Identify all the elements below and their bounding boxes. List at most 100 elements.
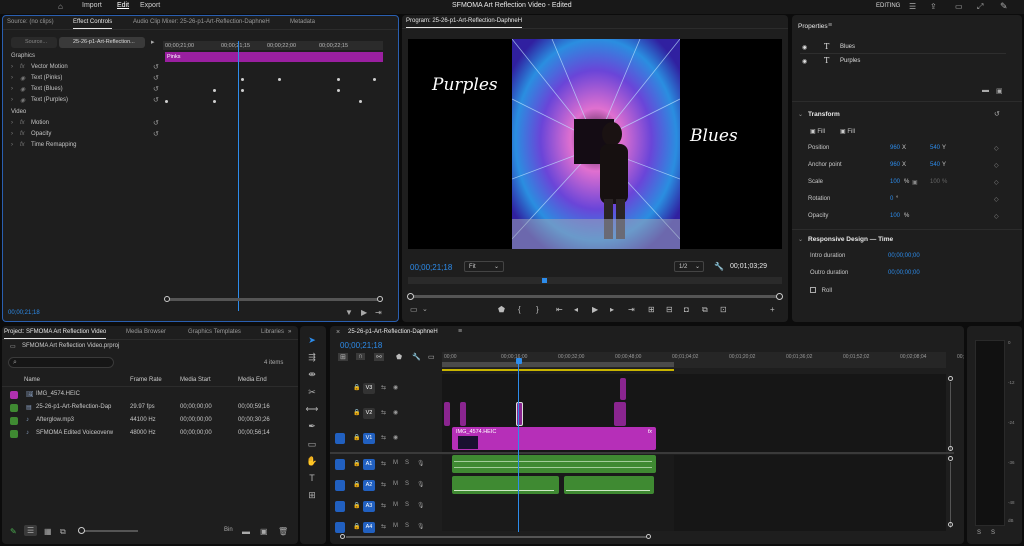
zoom-slider[interactable]: [78, 530, 138, 532]
label-color-swatch[interactable]: [10, 430, 18, 438]
scroll-handle[interactable]: [948, 446, 953, 451]
track-label[interactable]: A4: [363, 522, 375, 533]
add-marker-icon[interactable]: ⬟: [396, 353, 402, 361]
track-header-v1[interactable]: 🔒 V1 ⇆ ◉: [335, 430, 441, 447]
v3-clip[interactable]: [620, 378, 626, 400]
sync-lock-icon[interactable]: ⇆: [381, 434, 386, 441]
sync-lock-icon[interactable]: ⇆: [381, 481, 386, 488]
scroll-handle[interactable]: [948, 456, 953, 461]
sequence-tab[interactable]: 25-26-p1-Art-Reflection-DaphneH: [348, 329, 438, 335]
quality-select[interactable]: 1/2 ⌄: [674, 261, 704, 272]
fit-select[interactable]: Fit ⌄: [464, 261, 504, 272]
timeline-timecode[interactable]: 00;00;21;18: [340, 341, 382, 350]
show-timeline-icon[interactable]: ▸: [151, 38, 155, 46]
eye-icon[interactable]: ◉: [393, 384, 398, 391]
mic-icon[interactable]: 🎙: [417, 523, 425, 530]
v2-clip[interactable]: [614, 402, 626, 426]
subtab-source[interactable]: Source...: [11, 37, 57, 48]
remix-icon[interactable]: ⊞: [305, 488, 319, 502]
program-zoom-bar[interactable]: [408, 295, 782, 298]
solo-icon[interactable]: S: [991, 530, 995, 536]
close-icon[interactable]: ×: [336, 329, 340, 336]
captions-icon[interactable]: ▭: [428, 353, 435, 361]
program-title[interactable]: Program: 25-26-p1-Art-Reflection-DaphneH: [406, 18, 523, 28]
solo-button[interactable]: S: [405, 481, 409, 487]
col-media-end[interactable]: Media End: [238, 377, 267, 383]
track-label[interactable]: V1: [363, 433, 375, 444]
track-divider[interactable]: [330, 452, 954, 454]
rotation-value[interactable]: 0: [890, 196, 893, 202]
linked-icon[interactable]: ⚯: [374, 353, 384, 361]
panel-menu-icon[interactable]: ≡: [458, 328, 462, 335]
solo-icon[interactable]: S: [977, 530, 981, 536]
col-media-start[interactable]: Media Start: [180, 377, 211, 383]
track-label[interactable]: A3: [363, 501, 375, 512]
keyframe[interactable]: [213, 89, 216, 92]
more-tabs-icon[interactable]: »: [288, 329, 291, 335]
ec-clip-bar[interactable]: Pinks: [165, 52, 383, 62]
source-patch[interactable]: [335, 480, 345, 491]
mute-button[interactable]: M: [393, 502, 398, 508]
solo-button[interactable]: S: [405, 502, 409, 508]
lock-icon[interactable]: 🔒: [353, 384, 360, 391]
a2-clip[interactable]: [564, 476, 654, 494]
ec-row-opacity[interactable]: › fx Opacity ↺: [3, 130, 163, 141]
project-item-row[interactable]: ▤ 25-26-p1-Art-Reflection-Dap 29.97 fps 00;…: [2, 402, 292, 414]
new-layer-icon[interactable]: ▣: [996, 87, 1003, 95]
eye-icon[interactable]: ◉: [393, 434, 398, 441]
tab-source[interactable]: Source: (no clips): [7, 19, 54, 25]
bin-label[interactable]: Bin: [224, 527, 233, 533]
overlay-text-purples[interactable]: Purples: [432, 75, 498, 95]
keyframe[interactable]: [213, 100, 216, 103]
menu-export[interactable]: Export: [140, 2, 160, 9]
filter-icon[interactable]: ▼: [345, 308, 353, 317]
eye-icon[interactable]: ◉: [393, 409, 398, 416]
comparison-icon[interactable]: ⧉: [702, 305, 708, 315]
sync-lock-icon[interactable]: ⇆: [381, 384, 386, 391]
trash-icon[interactable]: 🗑: [278, 527, 288, 536]
layer-row-purples[interactable]: ◉ T Purples: [800, 55, 1006, 68]
label-color-swatch[interactable]: [10, 404, 18, 412]
work-area[interactable]: [442, 362, 674, 367]
sync-lock-icon[interactable]: ⇆: [381, 409, 386, 416]
marker-icon[interactable]: ⬟: [498, 305, 505, 314]
anchor-y[interactable]: 540: [930, 162, 940, 168]
play-audio-icon[interactable]: ▶: [361, 308, 367, 317]
track-header-a4[interactable]: 🔒 A4 ⇆ M S 🎙: [335, 519, 441, 536]
keyframe[interactable]: [337, 78, 340, 81]
source-patch[interactable]: [335, 501, 345, 512]
track-header-v2[interactable]: 🔒 V2 ⇆ ◉: [335, 405, 441, 422]
opacity-value[interactable]: 100: [890, 213, 900, 219]
keyframe-toggle-icon[interactable]: ◇: [994, 213, 999, 220]
lock-icon[interactable]: 🔒: [353, 434, 360, 441]
scroll-handle[interactable]: [948, 376, 953, 381]
mic-icon[interactable]: 🎙: [417, 502, 425, 509]
keyframe-toggle-icon[interactable]: ◇: [994, 162, 999, 169]
subtab-sequence[interactable]: 25-26-p1-Art-Reflection...: [59, 37, 145, 48]
track-label[interactable]: A2: [363, 480, 375, 491]
menu-import[interactable]: Import: [82, 2, 102, 9]
ec-row-text-pinks[interactable]: › ◉ Text (Pinks) ↺: [3, 74, 163, 85]
sync-lock-icon[interactable]: ⇆: [381, 523, 386, 530]
mute-button[interactable]: M: [393, 523, 398, 529]
mark-out-icon[interactable]: }: [536, 305, 539, 314]
source-patch[interactable]: [335, 522, 345, 533]
keyframe[interactable]: [278, 78, 281, 81]
lock-icon[interactable]: 🔒: [353, 460, 360, 467]
new-bin-icon[interactable]: ▬: [242, 527, 250, 536]
keyframe[interactable]: [337, 89, 340, 92]
play-icon[interactable]: ▶: [592, 305, 598, 314]
v2-clip[interactable]: [460, 402, 466, 426]
tab-effect-controls[interactable]: Effect Controls: [73, 19, 113, 29]
project-item-row[interactable]: ♪ Afterglow.mp3 44100 Hz 00;00;00;00 00;00;3…: [2, 415, 292, 427]
a1-clip[interactable]: [452, 455, 656, 473]
tab-libraries[interactable]: Libraries: [261, 329, 284, 335]
track-select-icon[interactable]: ⇶: [305, 350, 319, 364]
vr-icon[interactable]: ⊡: [720, 305, 727, 314]
track-header-a2[interactable]: 🔒 A2 ⇆ M S 🎙: [335, 477, 441, 494]
fit-toggle[interactable]: ▣ Fill: [840, 128, 855, 135]
ripple-edit-icon[interactable]: ⇼: [305, 367, 319, 381]
mark-in-icon[interactable]: {: [518, 305, 521, 314]
col-frame-rate[interactable]: Frame Rate: [130, 377, 162, 383]
extract-icon[interactable]: ⊟: [666, 305, 673, 314]
